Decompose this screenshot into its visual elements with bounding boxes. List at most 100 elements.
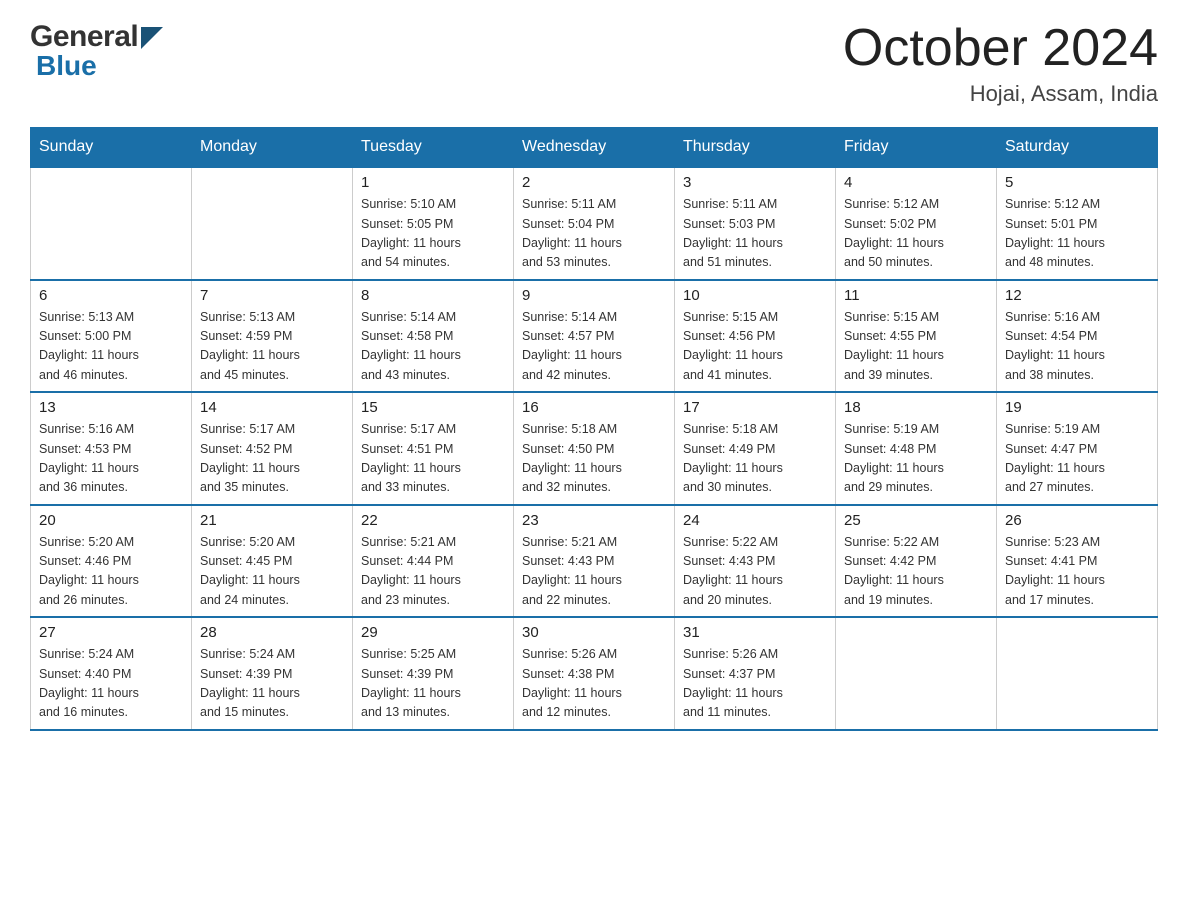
day-info: Sunrise: 5:18 AM Sunset: 4:50 PM Dayligh…	[522, 420, 666, 498]
calendar-cell	[31, 167, 192, 280]
day-number: 19	[1005, 399, 1149, 416]
calendar-cell: 5 Sunrise: 5:12 AM Sunset: 5:01 PM Daylig…	[997, 167, 1158, 280]
calendar-cell: 10 Sunrise: 5:15 AM Sunset: 4:56 PM Dayli…	[675, 280, 836, 393]
calendar-cell: 12 Sunrise: 5:16 AM Sunset: 4:54 PM Dayli…	[997, 280, 1158, 393]
logo-general-text: General	[30, 20, 138, 54]
calendar-week-row: 6 Sunrise: 5:13 AM Sunset: 5:00 PM Daylig…	[31, 280, 1158, 393]
day-info: Sunrise: 5:22 AM Sunset: 4:42 PM Dayligh…	[844, 533, 988, 611]
calendar-cell: 15 Sunrise: 5:17 AM Sunset: 4:51 PM Dayli…	[353, 392, 514, 505]
calendar-cell: 16Sunrise: 5:18 AM Sunset: 4:50 PM Dayli…	[514, 392, 675, 505]
day-number: 10	[683, 287, 827, 304]
day-number: 26	[1005, 512, 1149, 529]
calendar-cell: 24Sunrise: 5:22 AM Sunset: 4:43 PM Dayli…	[675, 505, 836, 618]
day-info: Sunrise: 5:13 AM Sunset: 4:59 PM Dayligh…	[200, 308, 344, 386]
day-info: Sunrise: 5:25 AM Sunset: 4:39 PM Dayligh…	[361, 645, 505, 723]
calendar-cell: 30Sunrise: 5:26 AM Sunset: 4:38 PM Dayli…	[514, 617, 675, 730]
day-info: Sunrise: 5:14 AM Sunset: 4:57 PM Dayligh…	[522, 308, 666, 386]
day-number: 14	[200, 399, 344, 416]
calendar-cell: 22 Sunrise: 5:21 AM Sunset: 4:44 PM Dayli…	[353, 505, 514, 618]
logo: General Blue	[30, 20, 163, 82]
day-number: 20	[39, 512, 183, 529]
calendar-cell: 8 Sunrise: 5:14 AM Sunset: 4:58 PM Daylig…	[353, 280, 514, 393]
day-info: Sunrise: 5:24 AM Sunset: 4:39 PM Dayligh…	[200, 645, 344, 723]
day-number: 12	[1005, 287, 1149, 304]
logo-triangle-icon	[141, 27, 163, 49]
day-number: 25	[844, 512, 988, 529]
day-info: Sunrise: 5:26 AM Sunset: 4:38 PM Dayligh…	[522, 645, 666, 723]
day-number: 7	[200, 287, 344, 304]
day-number: 8	[361, 287, 505, 304]
day-info: Sunrise: 5:13 AM Sunset: 5:00 PM Dayligh…	[39, 308, 183, 386]
calendar-cell: 9 Sunrise: 5:14 AM Sunset: 4:57 PM Daylig…	[514, 280, 675, 393]
calendar-cell: 11 Sunrise: 5:15 AM Sunset: 4:55 PM Dayli…	[836, 280, 997, 393]
calendar-week-row: 1 Sunrise: 5:10 AM Sunset: 5:05 PM Daylig…	[31, 167, 1158, 280]
day-number: 9	[522, 287, 666, 304]
day-number: 11	[844, 287, 988, 304]
day-header-monday: Monday	[192, 128, 353, 168]
day-info: Sunrise: 5:16 AM Sunset: 4:54 PM Dayligh…	[1005, 308, 1149, 386]
day-header-sunday: Sunday	[31, 128, 192, 168]
day-number: 4	[844, 174, 988, 191]
calendar-header-row: SundayMondayTuesdayWednesdayThursdayFrid…	[31, 128, 1158, 168]
day-info: Sunrise: 5:20 AM Sunset: 4:46 PM Dayligh…	[39, 533, 183, 611]
day-info: Sunrise: 5:11 AM Sunset: 5:04 PM Dayligh…	[522, 195, 666, 273]
day-header-wednesday: Wednesday	[514, 128, 675, 168]
calendar-cell: 2 Sunrise: 5:11 AM Sunset: 5:04 PM Daylig…	[514, 167, 675, 280]
calendar-cell: 26Sunrise: 5:23 AM Sunset: 4:41 PM Dayli…	[997, 505, 1158, 618]
day-number: 27	[39, 624, 183, 641]
day-number: 3	[683, 174, 827, 191]
day-info: Sunrise: 5:15 AM Sunset: 4:55 PM Dayligh…	[844, 308, 988, 386]
day-number: 6	[39, 287, 183, 304]
day-info: Sunrise: 5:16 AM Sunset: 4:53 PM Dayligh…	[39, 420, 183, 498]
calendar-cell: 1 Sunrise: 5:10 AM Sunset: 5:05 PM Daylig…	[353, 167, 514, 280]
calendar-cell: 13Sunrise: 5:16 AM Sunset: 4:53 PM Dayli…	[31, 392, 192, 505]
day-number: 5	[1005, 174, 1149, 191]
day-number: 17	[683, 399, 827, 416]
calendar-cell: 14Sunrise: 5:17 AM Sunset: 4:52 PM Dayli…	[192, 392, 353, 505]
day-info: Sunrise: 5:12 AM Sunset: 5:02 PM Dayligh…	[844, 195, 988, 273]
calendar-cell: 4 Sunrise: 5:12 AM Sunset: 5:02 PM Daylig…	[836, 167, 997, 280]
day-header-thursday: Thursday	[675, 128, 836, 168]
title-section: October 2024 Hojai, Assam, India	[843, 20, 1158, 107]
day-info: Sunrise: 5:15 AM Sunset: 4:56 PM Dayligh…	[683, 308, 827, 386]
day-number: 28	[200, 624, 344, 641]
calendar-cell: 20 Sunrise: 5:20 AM Sunset: 4:46 PM Dayli…	[31, 505, 192, 618]
logo-blue-text: Blue	[36, 50, 97, 81]
calendar-cell: 3 Sunrise: 5:11 AM Sunset: 5:03 PM Daylig…	[675, 167, 836, 280]
calendar-week-row: 27Sunrise: 5:24 AM Sunset: 4:40 PM Dayli…	[31, 617, 1158, 730]
calendar-cell: 23Sunrise: 5:21 AM Sunset: 4:43 PM Dayli…	[514, 505, 675, 618]
day-info: Sunrise: 5:19 AM Sunset: 4:47 PM Dayligh…	[1005, 420, 1149, 498]
calendar-cell	[836, 617, 997, 730]
day-header-tuesday: Tuesday	[353, 128, 514, 168]
calendar-table: SundayMondayTuesdayWednesdayThursdayFrid…	[30, 127, 1158, 731]
month-title: October 2024	[843, 20, 1158, 77]
calendar-cell: 7 Sunrise: 5:13 AM Sunset: 4:59 PM Daylig…	[192, 280, 353, 393]
calendar-week-row: 13Sunrise: 5:16 AM Sunset: 4:53 PM Dayli…	[31, 392, 1158, 505]
day-info: Sunrise: 5:10 AM Sunset: 5:05 PM Dayligh…	[361, 195, 505, 273]
day-info: Sunrise: 5:14 AM Sunset: 4:58 PM Dayligh…	[361, 308, 505, 386]
day-info: Sunrise: 5:12 AM Sunset: 5:01 PM Dayligh…	[1005, 195, 1149, 273]
calendar-cell: 18Sunrise: 5:19 AM Sunset: 4:48 PM Dayli…	[836, 392, 997, 505]
day-info: Sunrise: 5:17 AM Sunset: 4:51 PM Dayligh…	[361, 420, 505, 498]
day-number: 1	[361, 174, 505, 191]
calendar-cell: 27Sunrise: 5:24 AM Sunset: 4:40 PM Dayli…	[31, 617, 192, 730]
day-number: 15	[361, 399, 505, 416]
calendar-cell	[997, 617, 1158, 730]
calendar-cell: 19 Sunrise: 5:19 AM Sunset: 4:47 PM Dayli…	[997, 392, 1158, 505]
day-header-saturday: Saturday	[997, 128, 1158, 168]
location-text: Hojai, Assam, India	[843, 81, 1158, 107]
calendar-cell: 25 Sunrise: 5:22 AM Sunset: 4:42 PM Dayli…	[836, 505, 997, 618]
calendar-cell: 28 Sunrise: 5:24 AM Sunset: 4:39 PM Dayli…	[192, 617, 353, 730]
calendar-cell	[192, 167, 353, 280]
calendar-cell: 21Sunrise: 5:20 AM Sunset: 4:45 PM Dayli…	[192, 505, 353, 618]
day-number: 29	[361, 624, 505, 641]
day-info: Sunrise: 5:18 AM Sunset: 4:49 PM Dayligh…	[683, 420, 827, 498]
day-number: 31	[683, 624, 827, 641]
day-info: Sunrise: 5:19 AM Sunset: 4:48 PM Dayligh…	[844, 420, 988, 498]
day-number: 22	[361, 512, 505, 529]
day-info: Sunrise: 5:21 AM Sunset: 4:44 PM Dayligh…	[361, 533, 505, 611]
day-info: Sunrise: 5:11 AM Sunset: 5:03 PM Dayligh…	[683, 195, 827, 273]
day-number: 24	[683, 512, 827, 529]
day-number: 2	[522, 174, 666, 191]
day-info: Sunrise: 5:20 AM Sunset: 4:45 PM Dayligh…	[200, 533, 344, 611]
